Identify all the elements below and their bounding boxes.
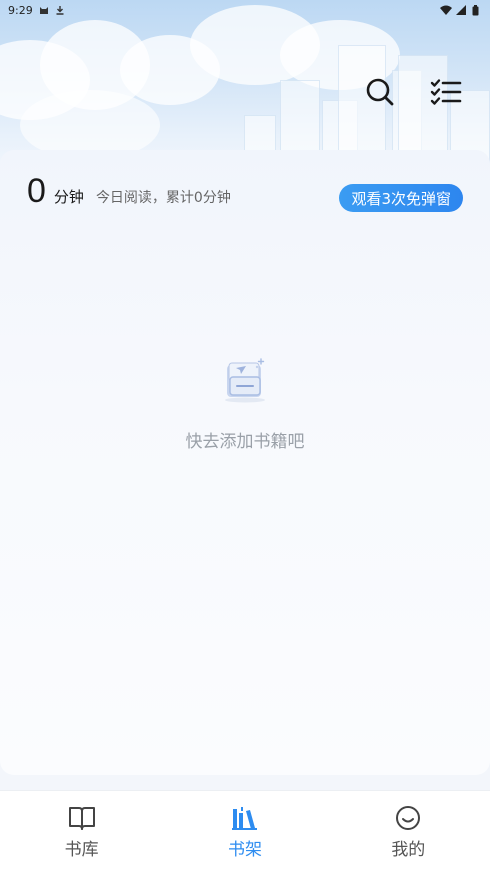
bookshelf-card: 0 分钟 今日阅读，累计0分钟 观看3次免弹窗 快去添加书籍吧 <box>0 150 490 775</box>
minutes-unit: 分钟 <box>53 188 84 206</box>
reading-stats: 0 分钟 今日阅读，累计0分钟 <box>27 174 231 208</box>
tab-profile[interactable]: 我的 <box>348 791 468 860</box>
download-icon <box>55 5 65 15</box>
tab-bookshelf-label: 书架 <box>227 840 262 860</box>
status-time: 9:29 <box>8 3 33 17</box>
status-bar: 9:29 <box>0 0 490 20</box>
battery-icon <box>472 5 482 16</box>
tab-library-label: 书库 <box>64 840 99 860</box>
empty-box-icon <box>225 358 265 403</box>
watch-ad-button[interactable]: 观看3次免弹窗 <box>339 184 463 212</box>
search-button[interactable] <box>364 76 396 108</box>
tab-profile-label: 我的 <box>391 840 426 860</box>
reading-summary: 今日阅读，累计0分钟 <box>95 190 231 206</box>
empty-state: 快去添加书籍吧 <box>0 355 490 452</box>
today-minutes: 0 <box>27 172 46 210</box>
manage-list-button[interactable] <box>430 76 462 108</box>
bookshelf-icon <box>231 807 257 830</box>
header-actions <box>364 76 462 108</box>
bottom-navigation: 书库 书架 我的 <box>0 790 490 871</box>
signal-icon <box>456 5 466 15</box>
tab-library[interactable]: 书库 <box>22 791 142 860</box>
checklist-icon <box>430 79 462 105</box>
open-book-icon <box>68 807 95 830</box>
wifi-icon <box>440 5 452 15</box>
empty-message: 快去添加书籍吧 <box>185 432 305 452</box>
tab-bookshelf[interactable]: 书架 <box>185 791 305 860</box>
cat-notification-icon <box>39 5 49 15</box>
smiley-icon <box>396 806 421 830</box>
search-icon <box>366 78 394 106</box>
